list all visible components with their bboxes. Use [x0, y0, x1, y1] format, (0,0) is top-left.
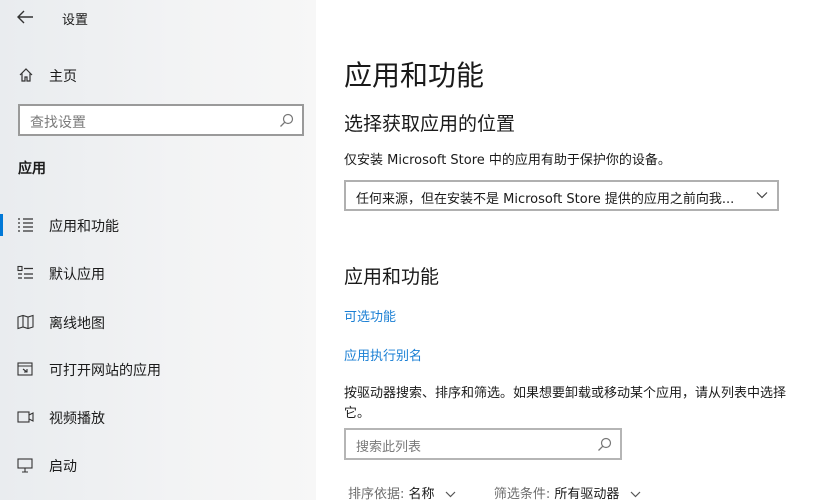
install-source-dropdown[interactable]: 任何来源，但在安装不是 Microsoft Store 提供的应用之前向我...: [344, 180, 779, 211]
sidebar-item-apps-features[interactable]: 应用和功能: [0, 208, 316, 242]
section-heading: 应用: [18, 161, 46, 177]
sidebar-item-label: 启动: [49, 459, 77, 475]
sidebar-item-apps-for-websites[interactable]: 可打开网站的应用: [0, 352, 316, 386]
home-label: 主页: [49, 69, 77, 85]
back-arrow-icon[interactable]: [16, 9, 34, 25]
apps-features-heading: 应用和功能: [344, 266, 440, 288]
filter-label: 筛选条件:: [493, 487, 551, 500]
default-apps-icon: [17, 265, 33, 279]
search-placeholder: 查找设置: [30, 115, 86, 131]
chevron-down-icon: [756, 192, 768, 199]
main-content: 应用和功能 选择获取应用的位置 仅安装 Microsoft Store 中的应用…: [316, 0, 813, 500]
search-icon[interactable]: [279, 113, 294, 128]
sort-dropdown[interactable]: 排序依据: 名称: [348, 483, 456, 500]
settings-search-input[interactable]: 查找设置: [18, 104, 304, 136]
page-title: 应用和功能: [344, 59, 485, 92]
sidebar-item-label: 应用和功能: [49, 219, 119, 235]
chevron-down-icon: [445, 491, 456, 498]
optional-features-link[interactable]: 可选功能: [344, 306, 396, 325]
sidebar-item-label: 离线地图: [49, 316, 105, 332]
sidebar: 设置 主页 查找设置 应用 应用和功能 默认应用 离线地图 可打开网站的应用 视…: [0, 0, 316, 500]
title-bar: 设置: [0, 0, 316, 36]
sort-label: 排序依据:: [348, 487, 405, 500]
open-web-apps-icon: [17, 362, 33, 376]
chevron-down-icon: [630, 491, 640, 498]
app-list-search-input[interactable]: 搜索此列表: [344, 428, 622, 460]
home-icon: [19, 68, 33, 82]
apps-list-icon: [18, 218, 33, 232]
sidebar-item-default-apps[interactable]: 默认应用: [0, 256, 316, 290]
sort-value: 名称: [408, 487, 435, 500]
sidebar-item-label: 默认应用: [49, 267, 105, 283]
startup-icon: [17, 458, 33, 473]
dropdown-selected-value: 任何来源，但在安装不是 Microsoft Store 提供的应用之前向我...: [356, 192, 735, 207]
apps-features-description: 按驱动器搜索、排序和筛选。如果想要卸载或移动某个应用，请从列表中选择它。: [344, 386, 787, 421]
app-execution-alias-link[interactable]: 应用执行别名: [344, 345, 422, 364]
install-source-description: 仅安装 Microsoft Store 中的应用有助于保护你的设备。: [344, 153, 671, 168]
sidebar-item-label: 可打开网站的应用: [49, 363, 161, 379]
window-title: 设置: [62, 13, 89, 28]
sidebar-item-video-playback[interactable]: 视频播放: [0, 400, 316, 434]
sort-filter-row: 排序依据: 名称 筛选条件: 所有驱动器: [348, 483, 641, 500]
selection-indicator: [0, 214, 3, 236]
sidebar-item-label: 视频播放: [49, 411, 105, 427]
search-placeholder: 搜索此列表: [356, 440, 422, 455]
filter-dropdown[interactable]: 筛选条件: 所有驱动器: [494, 483, 641, 500]
home-nav-item[interactable]: 主页: [0, 60, 316, 90]
sidebar-item-offline-maps[interactable]: 离线地图: [0, 305, 316, 339]
install-source-heading: 选择获取应用的位置: [344, 113, 516, 135]
offline-map-icon: [17, 314, 34, 330]
video-playback-icon: [17, 411, 34, 423]
sidebar-item-startup[interactable]: 启动: [0, 448, 316, 482]
search-icon[interactable]: [597, 437, 612, 452]
filter-value: 所有驱动器: [554, 487, 620, 500]
